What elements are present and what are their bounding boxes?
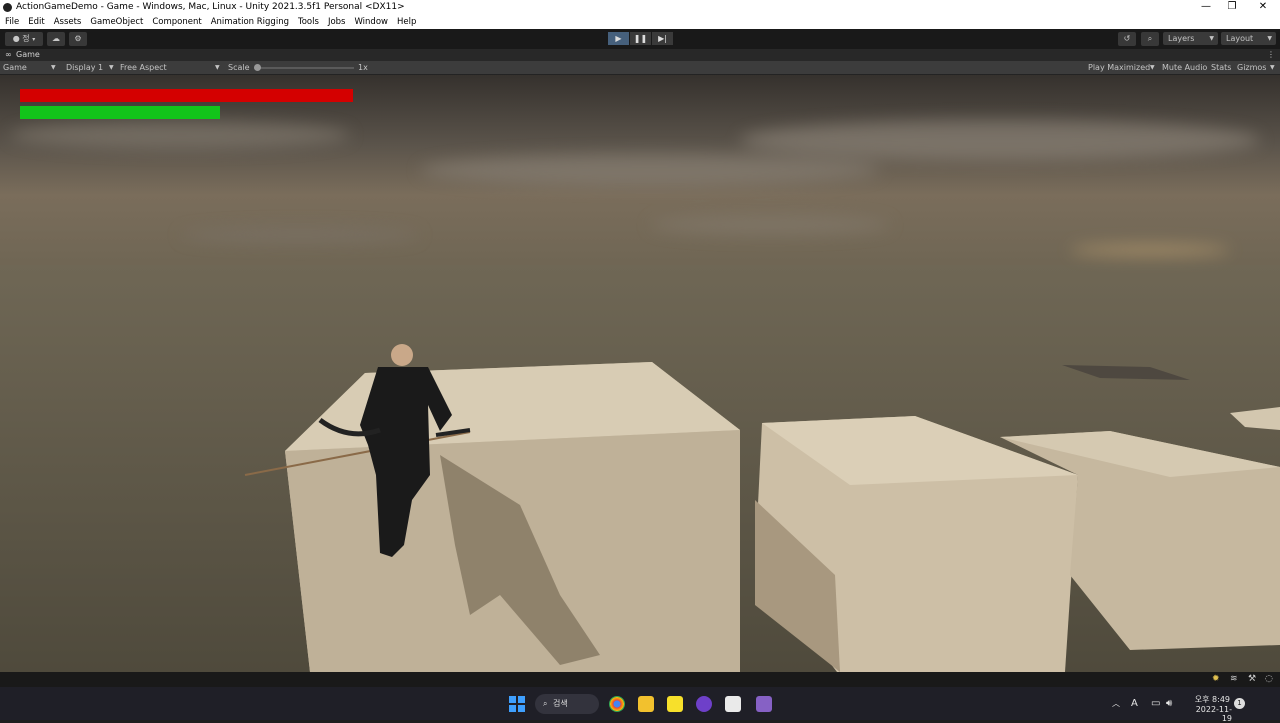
tray-chevron-icon[interactable]: ︿ <box>1112 687 1120 720</box>
chevron-down-icon: ▼ <box>1267 35 1272 42</box>
step-button[interactable]: ▶| <box>652 32 673 45</box>
menu-assets[interactable]: Assets <box>49 15 86 29</box>
view-mode-dropdown[interactable]: Game <box>3 61 27 75</box>
taskbar-search[interactable]: ⌕ 검색 <box>535 694 599 714</box>
game-view-toolbar: Game ▼ Display 1 ▼ Free Aspect ▼ Scale 1… <box>0 61 1280 75</box>
file-explorer-icon[interactable] <box>638 696 654 712</box>
chevron-down-icon: ▼ <box>1209 35 1214 42</box>
gamepad-icon: ∞ <box>5 50 12 59</box>
tab-game[interactable]: Game <box>16 49 40 61</box>
search-label: 검색 <box>553 699 568 708</box>
chevron-down-icon: ▼ <box>215 64 220 71</box>
unity-logo-icon <box>3 3 12 12</box>
status-circle-icon[interactable]: ◌ <box>1265 674 1273 684</box>
menu-tools[interactable]: Tools <box>293 15 323 29</box>
gizmos-dropdown[interactable]: Gizmos <box>1237 61 1266 75</box>
menu-window[interactable]: Window <box>349 15 392 29</box>
chevron-down-icon: ▼ <box>1270 64 1275 71</box>
scale-label: Scale <box>228 63 250 72</box>
lighting-icon[interactable]: ✹ <box>1212 674 1220 684</box>
account-dropdown[interactable]: ● 정 ▾ <box>5 32 43 46</box>
layers-dropdown[interactable]: Layers ▼ <box>1163 32 1218 45</box>
play-button[interactable]: ▶ <box>608 32 629 45</box>
window-title: ActionGameDemo - Game - Windows, Mac, Li… <box>16 2 405 12</box>
visual-studio-icon[interactable] <box>756 696 772 712</box>
chrome-icon[interactable] <box>609 696 625 712</box>
network-icon[interactable]: ▭ <box>1151 687 1160 720</box>
more-options-icon[interactable]: ⋮ <box>1267 49 1275 61</box>
history-button[interactable]: ↺ <box>1118 32 1136 46</box>
game-viewport[interactable] <box>0 75 1280 672</box>
game-scene <box>0 75 1280 672</box>
menu-gameobject[interactable]: GameObject <box>85 15 147 29</box>
play-icon: ▶ <box>615 34 622 43</box>
play-mode-dropdown[interactable]: Play Maximized <box>1088 61 1150 75</box>
menu-animation-rigging[interactable]: Animation Rigging <box>206 15 293 29</box>
layers-icon[interactable]: ≋ <box>1230 674 1238 684</box>
collab-button[interactable]: ⚙ <box>69 32 87 46</box>
menu-component[interactable]: Component <box>147 15 205 29</box>
search-icon: ⌕ <box>543 699 548 708</box>
account-icon: ● <box>12 34 20 43</box>
clock-time[interactable]: 오후 8:49 <box>1188 694 1230 705</box>
layout-label: Layout <box>1226 34 1254 43</box>
cloud-icon: ☁ <box>52 34 60 43</box>
window-title-bar: ActionGameDemo - Game - Windows, Mac, Li… <box>0 0 1280 15</box>
close-button[interactable]: ✕ <box>1245 0 1280 15</box>
chevron-down-icon: ▼ <box>51 64 56 71</box>
clock-date[interactable]: 2022-11-19 <box>1186 705 1232 723</box>
scale-value: 1x <box>358 63 368 72</box>
pause-button[interactable]: ❚❚ <box>630 32 651 45</box>
settings-icon: ⚙ <box>74 34 82 43</box>
notification-badge[interactable]: 1 <box>1234 698 1245 709</box>
menu-bar: File Edit Assets GameObject Component An… <box>0 15 1280 29</box>
tab-bar: ∞ Game ⋮ <box>0 49 1280 61</box>
status-bar: ✹ ≋ ⚒ ◌ <box>0 672 1280 687</box>
chevron-down-icon: ▼ <box>109 64 114 71</box>
menu-file[interactable]: File <box>0 15 23 29</box>
layout-dropdown[interactable]: Layout ▼ <box>1221 32 1276 45</box>
layers-label: Layers <box>1168 34 1195 43</box>
kakaotalk-icon[interactable] <box>667 696 683 712</box>
aspect-dropdown[interactable]: Free Aspect <box>120 61 167 75</box>
search-button[interactable]: ⌕ <box>1141 32 1159 46</box>
cloud-button[interactable]: ☁ <box>47 32 65 46</box>
history-icon: ↺ <box>1123 34 1131 43</box>
menu-edit[interactable]: Edit <box>23 15 48 29</box>
step-icon: ▶| <box>658 34 667 43</box>
github-desktop-icon[interactable] <box>696 696 712 712</box>
volume-icon[interactable]: 🔊︎ <box>1166 687 1172 720</box>
chevron-down-icon: ▼ <box>1150 64 1155 71</box>
pause-icon: ❚❚ <box>633 34 648 43</box>
debug-icon[interactable]: ⚒ <box>1248 674 1256 684</box>
mute-audio-toggle[interactable]: Mute Audio <box>1162 61 1207 75</box>
playback-controls: ▶ ❚❚ ▶| <box>608 32 674 45</box>
stamina-bar <box>20 106 220 119</box>
stats-toggle[interactable]: Stats <box>1211 61 1231 75</box>
scale-slider[interactable] <box>254 67 354 69</box>
search-icon: ⌕ <box>1147 34 1153 43</box>
health-bar <box>20 89 353 102</box>
menu-help[interactable]: Help <box>392 15 420 29</box>
ime-indicator[interactable]: A <box>1131 687 1138 720</box>
account-label: 정 <box>22 34 30 43</box>
windows-start-icon[interactable] <box>509 696 525 712</box>
display-dropdown[interactable]: Display 1 <box>66 61 103 75</box>
scale-slider-handle[interactable] <box>254 64 261 71</box>
unity-hub-icon[interactable] <box>725 696 741 712</box>
menu-jobs[interactable]: Jobs <box>323 15 350 29</box>
